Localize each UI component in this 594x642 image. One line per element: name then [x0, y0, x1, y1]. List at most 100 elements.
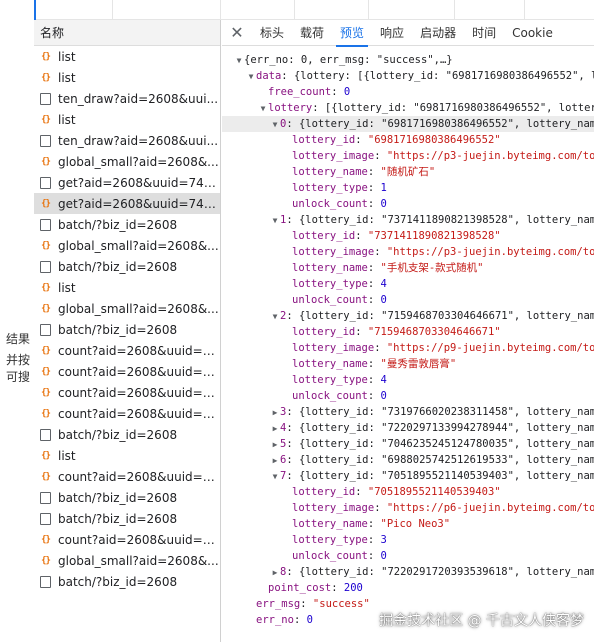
json-line: lottery_image: "https://p9-juejin.byteim…: [222, 340, 594, 356]
json-key: lottery_id: [292, 230, 356, 242]
name-column-header[interactable]: 名称: [34, 20, 220, 46]
request-row[interactable]: batch/?biz_id=2608: [34, 424, 220, 445]
tab-response[interactable]: 响应: [372, 20, 412, 46]
collapse-triangle-icon[interactable]: ▶: [270, 437, 280, 453]
collapse-triangle-icon[interactable]: ▶: [270, 565, 280, 581]
request-row[interactable]: batch/?biz_id=2608: [34, 214, 220, 235]
request-row[interactable]: {} global_small?aid=2608&...: [34, 235, 220, 256]
json-line[interactable]: ▼ 0: {lottery_id: "6981716980386496552", …: [222, 116, 594, 132]
request-row[interactable]: ten_draw?aid=2608&uui...: [34, 130, 220, 151]
json-plain: :: [367, 390, 381, 402]
json-line: err_no: 0: [222, 612, 313, 628]
request-row[interactable]: get?aid=2608&uuid=747...: [34, 172, 220, 193]
collapse-triangle-icon[interactable]: ▶: [270, 453, 280, 469]
expand-triangle-icon[interactable]: ▼: [258, 101, 268, 117]
json-line[interactable]: ▶ 8: {lottery_id: "7220291720393539618", …: [222, 564, 594, 580]
json-line[interactable]: ▼ data: {lottery: [{lottery_id: "69817169…: [222, 68, 594, 84]
tab-headers[interactable]: 标头: [252, 20, 292, 46]
json-line[interactable]: ▼ 1: {lottery_id: "7371411890821398528", …: [222, 212, 594, 228]
request-row[interactable]: batch/?biz_id=2608: [34, 487, 220, 508]
request-row[interactable]: {} global_small?aid=2608&...: [34, 298, 220, 319]
tab-preview[interactable]: 预览: [332, 20, 372, 47]
request-row[interactable]: {} count?aid=2608&uuid=7...: [34, 466, 220, 487]
json-str: "6981716980386496552": [367, 134, 501, 146]
detail-panel: ✕ 标头 载荷 预览 响应 启动器 时间 Cookie err_no: 0 err…: [222, 20, 594, 642]
request-row[interactable]: {} count?aid=2608&uuid=7...: [34, 403, 220, 424]
top-strip-divider: [368, 0, 369, 20]
request-row[interactable]: {} get?aid=2608&uuid=747...: [34, 193, 220, 214]
top-strip-divider: [524, 0, 525, 20]
request-label: count?aid=2608&uuid=7...: [58, 364, 220, 379]
json-line[interactable]: ▶ 3: {lottery_id: "7319766020238311458", …: [222, 404, 594, 420]
json-key: unlock_count: [292, 294, 368, 306]
json-plain: : {lottery_id: "7159468703304646671", lo…: [286, 310, 594, 322]
expand-triangle-icon[interactable]: ▼: [246, 69, 256, 85]
request-row[interactable]: {} count?aid=2608&uuid=7...: [34, 340, 220, 361]
json-line: lottery_id: "7051895521140539403": [222, 484, 501, 500]
json-key: err_msg: [256, 598, 301, 610]
json-num: 0: [380, 390, 387, 402]
json-plain: : {lottery_id: "7220291720393539618", lo…: [286, 566, 594, 578]
json-line[interactable]: ▼ {err_no: 0, err_msg: "success",…}: [222, 52, 453, 68]
json-line: lottery_id: "7371411890821398528": [222, 228, 501, 244]
json-plain: :: [367, 198, 381, 210]
request-row[interactable]: {} list: [34, 277, 220, 298]
script-icon: {}: [41, 156, 51, 167]
script-icon: {}: [41, 387, 51, 398]
tab-timing[interactable]: 时间: [464, 20, 504, 46]
top-strip-accent: [34, 0, 36, 20]
json-key: point_cost: [268, 582, 332, 594]
request-row[interactable]: batch/?biz_id=2608: [34, 256, 220, 277]
json-line: unlock_count: 0: [222, 196, 387, 212]
json-key: err_no: [256, 614, 294, 626]
request-label: batch/?biz_id=2608: [58, 511, 178, 526]
request-list-panel: 名称 {} list{} list ten_draw?aid=2608&uui...{…: [34, 20, 221, 642]
tab-cookies[interactable]: Cookie: [504, 20, 561, 46]
json-plain: : {lottery_id: "7051895521140539403", lo…: [286, 470, 594, 482]
close-icon[interactable]: ✕: [222, 20, 252, 46]
json-line[interactable]: ▶ 5: {lottery_id: "7046235245124780035", …: [222, 436, 594, 452]
json-line: lottery_type: 4: [222, 276, 387, 292]
json-plain: :: [367, 534, 381, 546]
json-line[interactable]: ▶ 6: {lottery_id: "6988025742512619533", …: [222, 452, 594, 468]
collapse-triangle-icon[interactable]: ▶: [270, 405, 280, 421]
request-row[interactable]: batch/?biz_id=2608: [34, 319, 220, 340]
json-key: unlock_count: [292, 550, 368, 562]
request-row[interactable]: {} global_small?aid=2608&...: [34, 151, 220, 172]
json-line[interactable]: ▼ 2: {lottery_id: "7159468703304646671", …: [222, 308, 594, 324]
tab-initiator[interactable]: 启动器: [412, 20, 464, 46]
script-icon: {}: [41, 534, 51, 545]
script-icon: {}: [41, 72, 51, 83]
json-plain: :: [355, 230, 368, 242]
top-strip-divider: [294, 0, 295, 20]
request-row[interactable]: {} count?aid=2608&uuid=7...: [34, 382, 220, 403]
json-line: lottery_id: "6981716980386496552": [222, 132, 501, 148]
expand-triangle-icon[interactable]: ▼: [270, 309, 280, 325]
expand-triangle-icon[interactable]: ▼: [270, 213, 280, 229]
json-key: lottery_image: [292, 150, 375, 162]
json-line: lottery_type: 4: [222, 372, 387, 388]
request-row[interactable]: {} list: [34, 67, 220, 88]
request-row[interactable]: ten_draw?aid=2608&uui...: [34, 88, 220, 109]
request-row[interactable]: {} list: [34, 46, 220, 67]
tab-payload[interactable]: 载荷: [292, 20, 332, 46]
request-row[interactable]: {} global_small?aid=2608&...: [34, 550, 220, 571]
request-row[interactable]: {} count?aid=2608&uuid=7...: [34, 361, 220, 382]
request-row[interactable]: {} list: [34, 109, 220, 130]
request-row[interactable]: batch/?biz_id=2608: [34, 571, 220, 592]
json-line: unlock_count: 0: [222, 388, 387, 404]
expand-triangle-icon[interactable]: ▼: [270, 117, 280, 133]
request-label: global_small?aid=2608&...: [58, 553, 219, 568]
expand-triangle-icon[interactable]: ▼: [234, 53, 244, 69]
collapse-triangle-icon[interactable]: ▶: [270, 421, 280, 437]
request-row[interactable]: batch/?biz_id=2608: [34, 508, 220, 529]
json-line[interactable]: ▼ lottery: [{lottery_id: "698171698038649…: [222, 100, 594, 116]
expand-triangle-icon[interactable]: ▼: [270, 469, 280, 485]
request-label: get?aid=2608&uuid=747...: [58, 196, 220, 211]
json-plain: : {lottery_id: "6988025742512619533", lo…: [286, 454, 594, 466]
request-row[interactable]: {} list: [34, 445, 220, 466]
request-row[interactable]: {} count?aid=2608&uuid=7...: [34, 529, 220, 550]
json-num: 0: [343, 86, 351, 98]
json-line[interactable]: ▶ 4: {lottery_id: "7220297133994278944", …: [222, 420, 594, 436]
json-line[interactable]: ▼ 7: {lottery_id: "7051895521140539403", …: [222, 468, 594, 484]
